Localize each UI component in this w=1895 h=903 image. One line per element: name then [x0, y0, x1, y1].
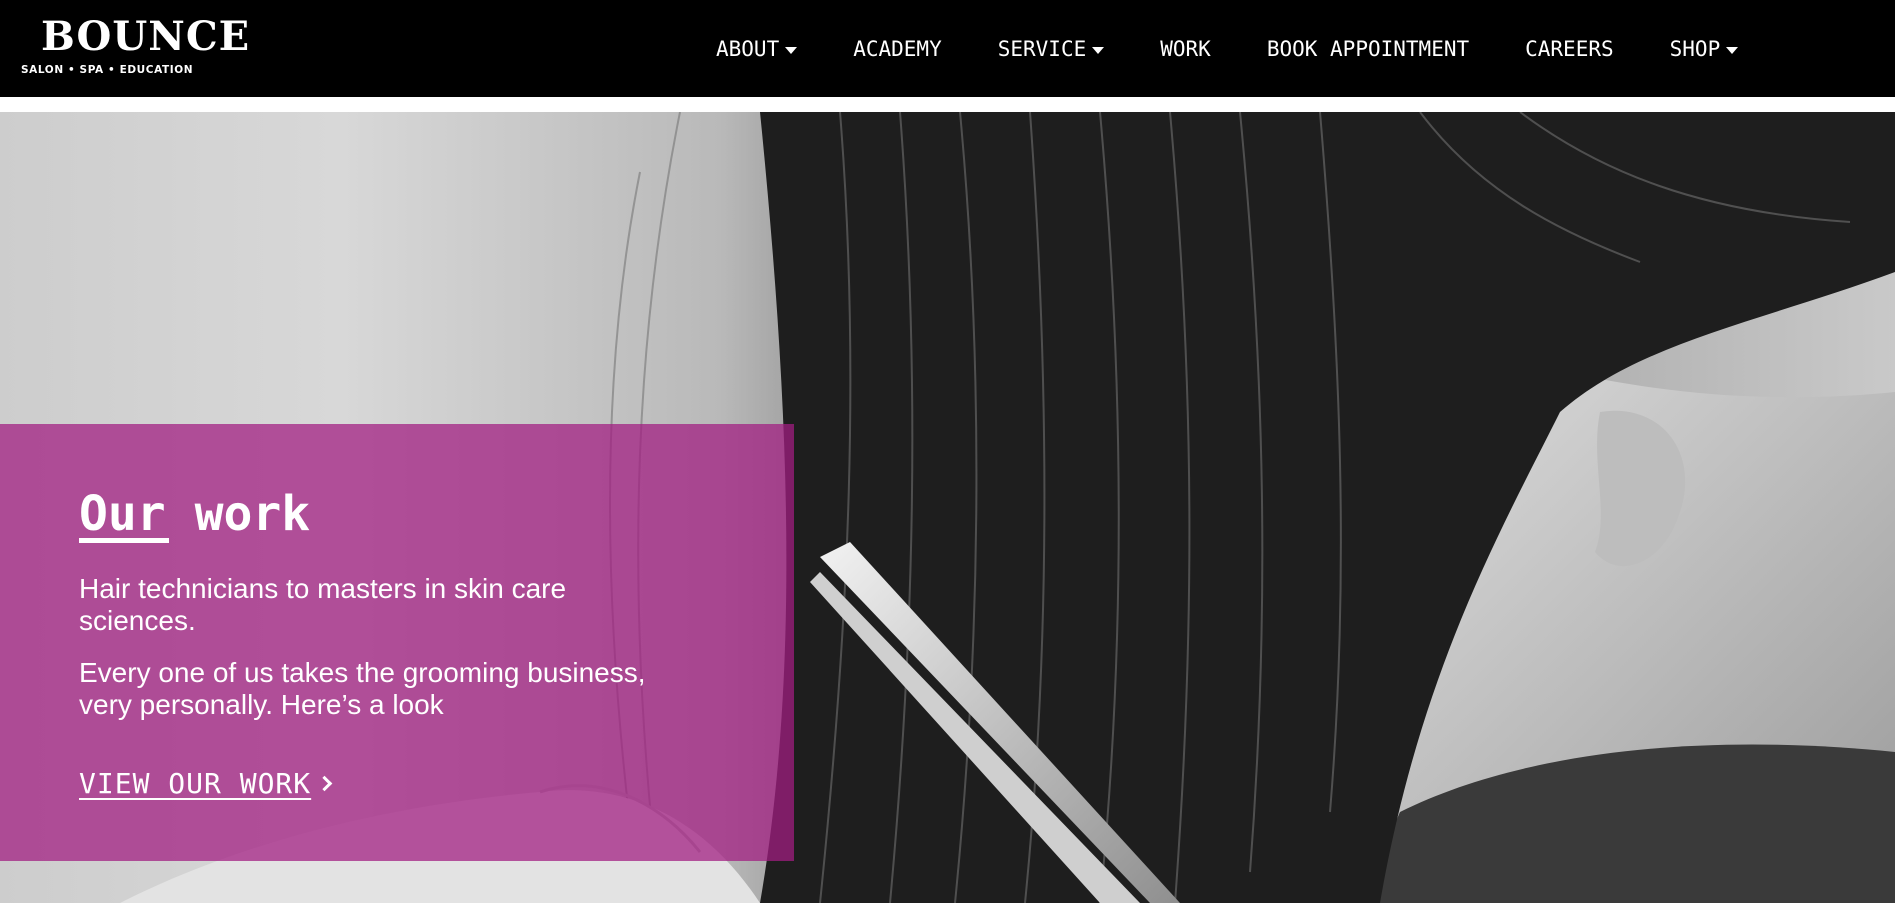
nav-item-label: SERVICE — [997, 36, 1087, 61]
nav-item-label: SHOP — [1669, 36, 1721, 61]
chevron-right-icon — [316, 775, 333, 792]
nav-item-academy[interactable]: ACADEMY — [853, 37, 942, 61]
logo-wordmark: BOUNCE — [41, 13, 251, 60]
nav-item-shop[interactable]: SHOP — [1670, 37, 1739, 61]
caret-down-icon — [1726, 47, 1739, 54]
nav-item-label: ABOUT — [716, 36, 780, 61]
site-header: BOUNCE SALON • SPA • EDUCATION ABOUT ACA… — [0, 0, 1895, 97]
nav-item-book-appointment[interactable]: BOOK APPOINTMENT — [1267, 37, 1469, 61]
hero-banner: Our work Hair technicians to masters in … — [0, 112, 1895, 903]
nav-item-careers[interactable]: CAREERS — [1525, 37, 1614, 61]
logo-tagline: SALON • SPA • EDUCATION — [21, 64, 194, 76]
caret-down-icon — [1092, 47, 1105, 54]
promo-paragraph-2: Every one of us takes the grooming busin… — [79, 657, 646, 720]
nav-item-label: WORK — [1160, 36, 1211, 61]
promo-title: Our work — [79, 486, 311, 542]
our-work-panel: Our work Hair technicians to masters in … — [0, 424, 794, 861]
title-underline — [79, 538, 169, 543]
view-our-work-label: VIEW OUR WORK — [79, 767, 312, 800]
bounce-logo[interactable]: BOUNCE SALON • SPA • EDUCATION — [21, 14, 249, 80]
nav-item-label: BOOK APPOINTMENT — [1266, 36, 1470, 61]
nav-item-label: ACADEMY — [853, 36, 942, 61]
main-nav: ABOUT ACADEMY SERVICE WORK BOOK APPOINTM… — [716, 0, 1739, 97]
nav-item-about[interactable]: ABOUT — [716, 36, 798, 61]
promo-paragraph-1: Hair technicians to masters in skin care… — [79, 573, 567, 636]
nav-item-work[interactable]: WORK — [1160, 37, 1211, 61]
caret-down-icon — [785, 47, 798, 54]
view-our-work-link[interactable]: VIEW OUR WORK — [79, 767, 333, 800]
nav-item-service[interactable]: SERVICE — [998, 37, 1105, 61]
nav-item-label: CAREERS — [1525, 36, 1614, 61]
